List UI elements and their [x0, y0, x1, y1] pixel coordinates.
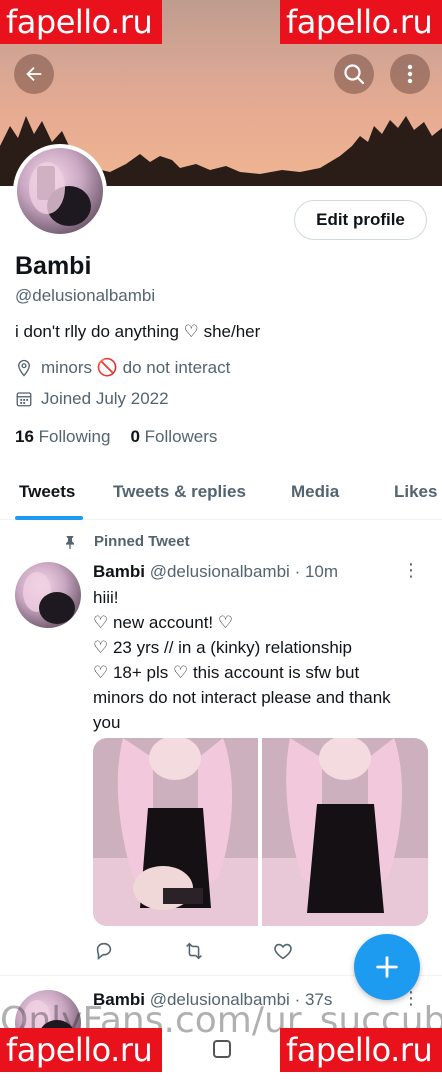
avatar-image: [17, 148, 103, 234]
following-label: Following: [38, 427, 111, 446]
plus-icon: [376, 956, 398, 978]
profile-tabs: Tweets Tweets & replies Media Likes: [0, 470, 442, 520]
like-heart-icon[interactable]: [272, 940, 294, 962]
compose-tweet-button[interactable]: [354, 934, 420, 1000]
arrow-left-icon: [26, 66, 42, 82]
followers-link[interactable]: 0 Followers: [130, 427, 217, 447]
watermark-top-left: fapello.ru: [0, 0, 162, 44]
following-link[interactable]: 16 Following: [15, 427, 110, 447]
tweet-author-name[interactable]: Bambi: [93, 562, 145, 581]
profile-name: Bambi: [15, 252, 92, 280]
profile-joined-row: Joined July 2022: [15, 389, 169, 409]
tweet-line: you: [93, 713, 121, 732]
profile-location: minors 🚫 do not interact: [41, 358, 231, 377]
tab-tweets-replies[interactable]: Tweets & replies: [113, 482, 246, 502]
more-vertical-icon: [407, 64, 413, 84]
tweet-line: hiii!: [93, 588, 119, 607]
followers-label: Followers: [144, 427, 218, 446]
tweet-line: ♡ 18+ pls ♡ this account is sfw but: [93, 663, 360, 682]
profile-avatar[interactable]: [13, 144, 107, 238]
active-tab-indicator: [15, 516, 83, 520]
profile-bio: i don't rlly do anything ♡ she/her: [15, 322, 261, 341]
retweet-icon[interactable]: [182, 940, 206, 962]
tweet-line: ♡ 23 yrs // in a (kinky) relationship: [93, 638, 353, 657]
tweet-more-icon[interactable]: ⋮: [402, 560, 420, 581]
tweet-time: · 10m: [294, 562, 339, 581]
follow-stats: 16 Following 0 Followers: [15, 427, 217, 447]
profile-joined: Joined July 2022: [41, 389, 169, 408]
profile-location-row: minors 🚫 do not interact: [15, 358, 230, 378]
back-button[interactable]: [14, 54, 54, 94]
search-button[interactable]: [334, 54, 374, 94]
calendar-icon: [16, 392, 32, 407]
tweet-header: Bambi @delusionalbambi · 10m: [93, 562, 338, 582]
reply-icon[interactable]: [93, 940, 115, 962]
pinned-label: Pinned Tweet: [94, 533, 190, 550]
following-count: 16: [15, 427, 34, 446]
watermark-bottom-right: fapello.ru: [280, 1028, 442, 1072]
tweet-actions: [93, 940, 383, 962]
tab-tweets[interactable]: Tweets: [19, 482, 75, 502]
more-button[interactable]: [390, 54, 430, 94]
watermark-top-right: fapello.ru: [280, 0, 442, 44]
tweet-media-1[interactable]: [93, 738, 258, 926]
followers-count: 0: [130, 427, 140, 446]
search-icon: [344, 64, 365, 85]
tab-likes[interactable]: Likes: [394, 482, 437, 502]
tweet-author-handle: @delusionalbambi: [149, 562, 290, 581]
edit-profile-button[interactable]: Edit profile: [294, 200, 427, 240]
tweet-line: minors do not interact please and thank: [93, 688, 391, 707]
home-indicator-icon[interactable]: [213, 1040, 231, 1058]
pin-icon: [66, 535, 74, 549]
pinned-label-row: Pinned Tweet: [62, 533, 190, 550]
tab-media[interactable]: Media: [291, 482, 339, 502]
location-pin-icon: [18, 359, 30, 377]
tweet-line: ♡ new account! ♡: [93, 613, 234, 632]
watermark-bottom-left: fapello.ru: [0, 1028, 162, 1072]
profile-handle: @delusionalbambi: [15, 286, 156, 305]
tweet-avatar[interactable]: [15, 562, 81, 628]
tweet-media-2[interactable]: [262, 738, 428, 926]
tweet-text: hiii! ♡ new account! ♡ ♡ 23 yrs // in a …: [93, 585, 423, 735]
